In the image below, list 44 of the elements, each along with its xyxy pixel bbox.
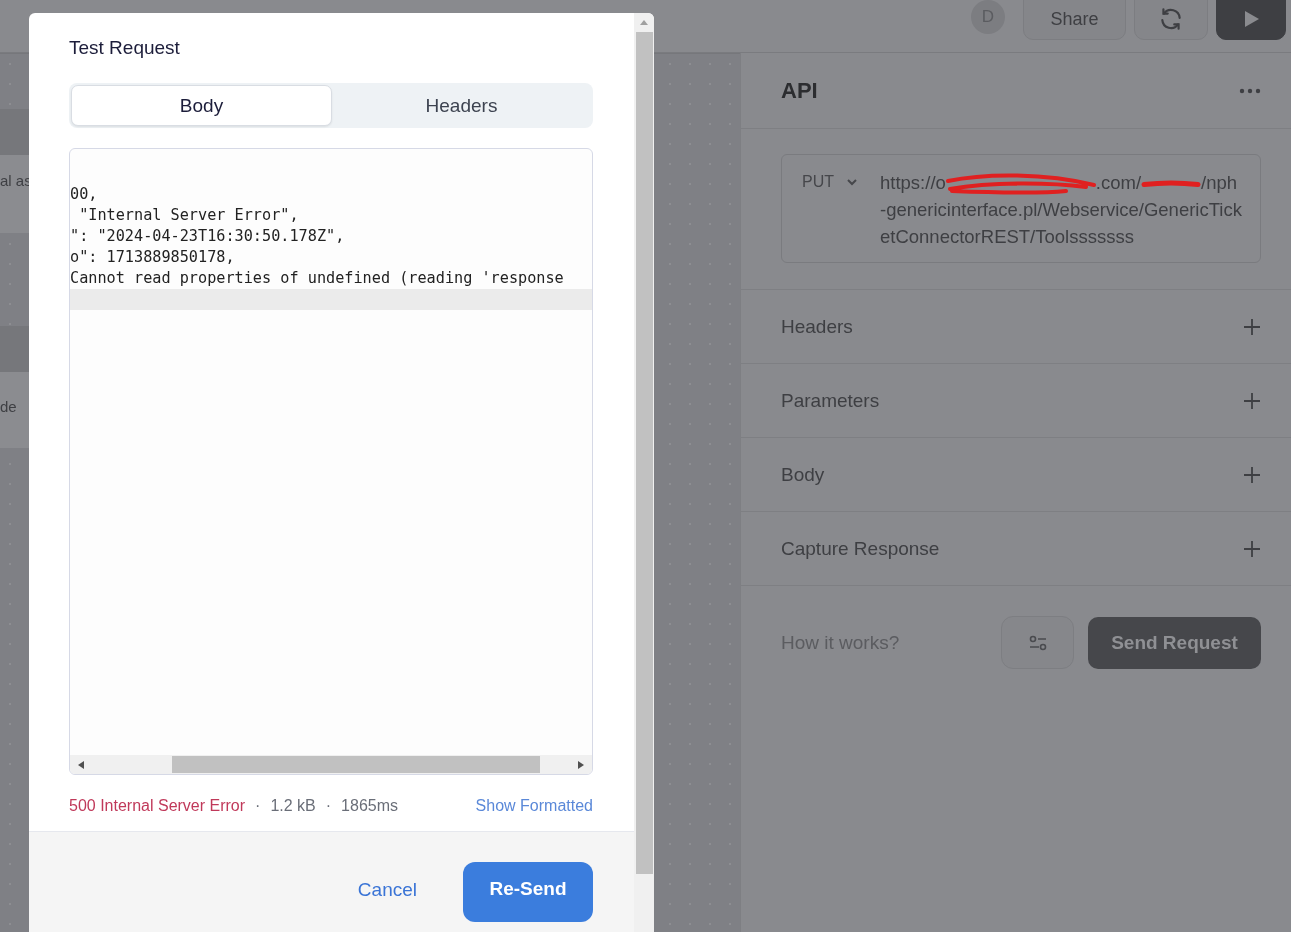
run-button[interactable] xyxy=(1216,0,1286,40)
response-meta: · xyxy=(255,797,261,815)
response-meta: 1.2 kB xyxy=(270,797,316,815)
horizontal-scrollbar[interactable] xyxy=(70,755,592,774)
status-text: 500 Internal Server Error xyxy=(69,797,246,815)
code-line: o": 1713889850178, xyxy=(70,248,235,266)
more-icon[interactable] xyxy=(1239,87,1261,94)
url-text: https://o .com/ /nph-genericinterface.pl/Webservice/GenericTicketConnectorREST/Toolsssssss xyxy=(880,171,1242,249)
section-row[interactable]: Headers xyxy=(741,290,1291,364)
node-text: de xyxy=(0,397,18,415)
resend-button[interactable]: Re-Send xyxy=(463,862,593,922)
code-line: 00, xyxy=(70,185,98,203)
method-select[interactable]: PUT xyxy=(802,169,858,195)
plus-icon xyxy=(1243,391,1261,410)
refresh-button[interactable] xyxy=(1134,0,1208,40)
settings-button[interactable] xyxy=(1001,616,1074,669)
code-line: Cannot read properties of undefined (reading 'response xyxy=(70,269,564,287)
cancel-button[interactable]: Cancel xyxy=(351,878,423,902)
redaction-scribble xyxy=(1141,180,1202,189)
show-formatted-link[interactable]: Show Formatted xyxy=(475,797,593,815)
right-arrow-icon[interactable] xyxy=(578,760,584,769)
code-line: ": "2024-04-23T16:30:50.178Z", xyxy=(70,227,345,245)
chevron-icon xyxy=(846,178,858,186)
response-meta: · xyxy=(325,797,332,815)
section-row[interactable]: Capture Response xyxy=(741,512,1291,586)
send-request-button[interactable]: Send Request xyxy=(1088,616,1261,669)
section-row[interactable]: Body xyxy=(741,438,1291,512)
dialog-title: Test Request xyxy=(69,37,181,60)
plus-icon xyxy=(1243,465,1261,484)
up-arrow-icon[interactable] xyxy=(640,20,648,25)
tab[interactable]: Headers xyxy=(332,85,591,126)
plus-icon xyxy=(1243,317,1261,336)
refresh-icon xyxy=(1158,6,1184,32)
code-line: "Internal Server Error", xyxy=(78,206,299,224)
sliders-icon xyxy=(1027,634,1048,651)
panel-title: API xyxy=(781,77,818,104)
tab[interactable]: Body xyxy=(71,85,332,126)
response-meta: 1865ms xyxy=(341,797,398,815)
left-arrow-icon[interactable] xyxy=(78,760,84,769)
section-row[interactable]: Parameters xyxy=(741,364,1291,438)
share-button[interactable]: Share xyxy=(1023,0,1126,40)
plus-icon xyxy=(1243,539,1261,558)
url-field[interactable]: PUT https://o .com/ /nph-genericinterface.pl/Webservice/GenericTicketConnectorREST/Toolsssssss xyxy=(781,154,1261,263)
vertical-scrollbar[interactable] xyxy=(634,13,654,932)
